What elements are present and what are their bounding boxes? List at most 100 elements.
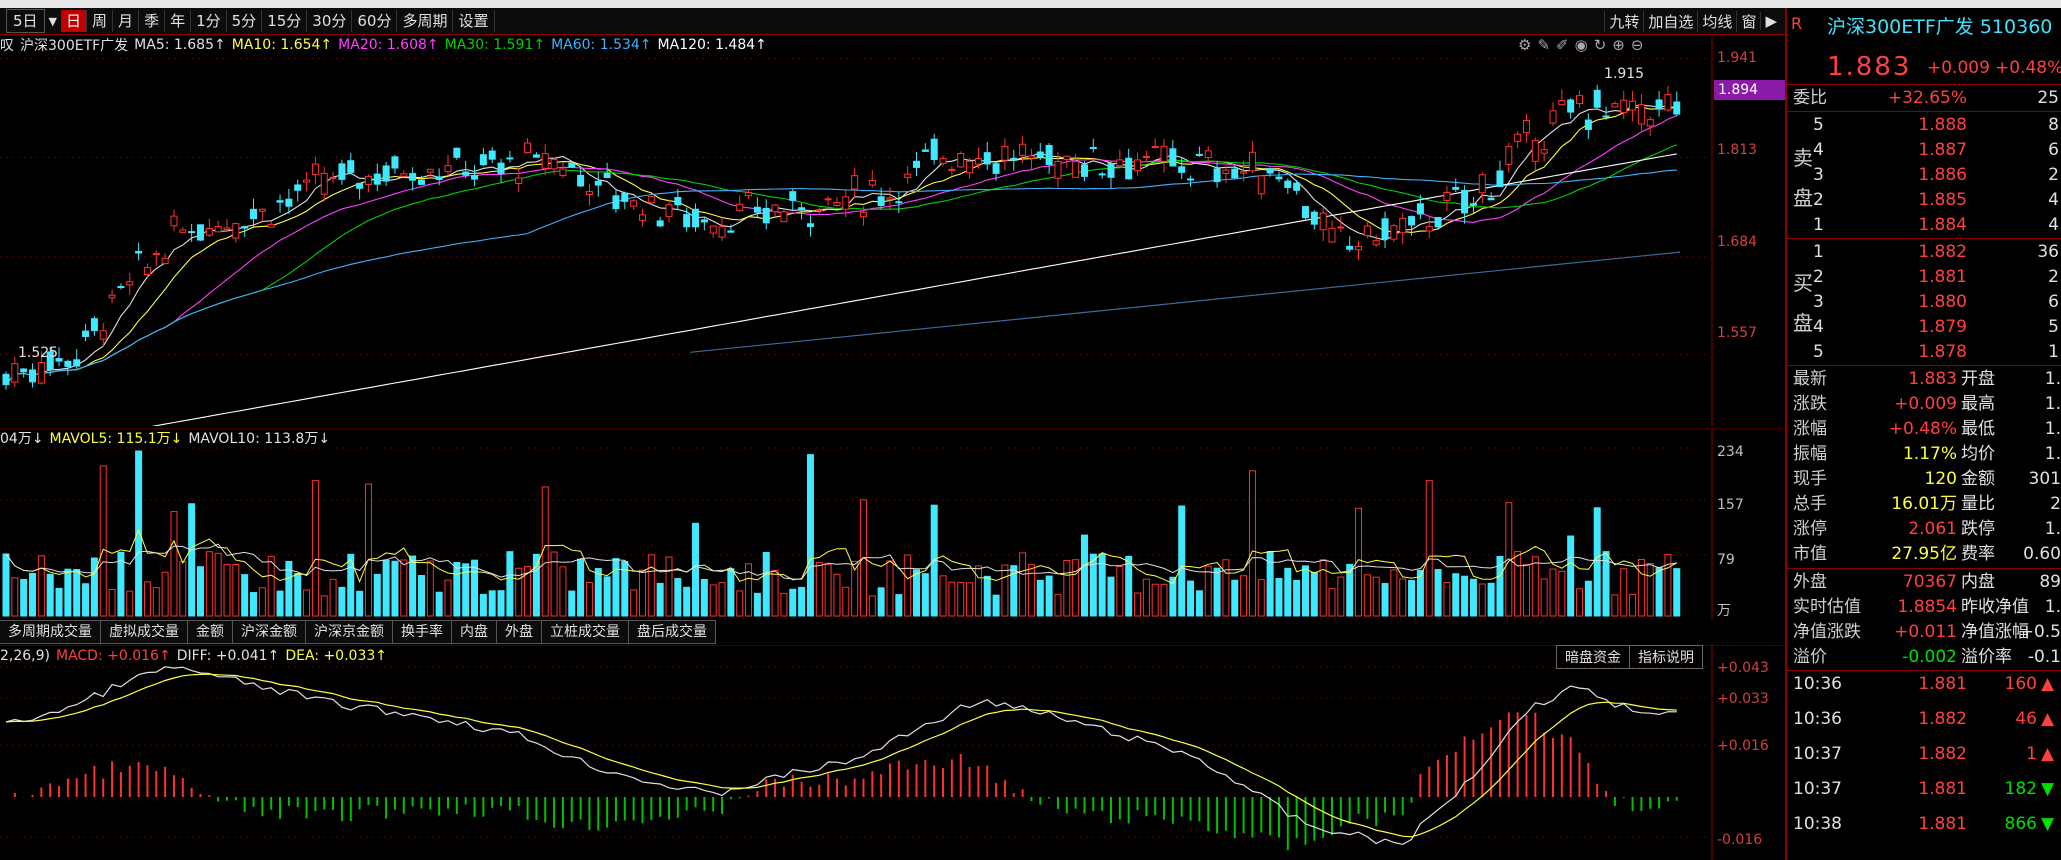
volume-bar — [1301, 565, 1309, 617]
tick-price: 1.881 — [1918, 814, 1967, 834]
volume-tab[interactable]: 虚拟成交量 — [101, 620, 188, 644]
bid-volume: 2 — [2048, 267, 2059, 287]
toolbar-right-button[interactable]: 均线 — [1697, 10, 1736, 32]
bid-row: 3 1.880 6 — [1787, 290, 2061, 315]
bid-price: 1.878 — [1918, 342, 1967, 362]
period-dropdown[interactable]: 5日 — [6, 9, 45, 33]
stat-value-2: 1. — [2044, 444, 2061, 464]
volume-tab[interactable]: 沪深金额 — [233, 620, 306, 644]
arrow-down-icon: ▼ — [2041, 779, 2055, 799]
settings-icon[interactable]: ⚙ — [1518, 36, 1531, 54]
zoom-out-icon[interactable]: ⊖ — [1631, 36, 1644, 54]
volume-tab[interactable]: 外盘 — [497, 620, 542, 644]
candle-body — [1195, 153, 1203, 156]
candle-body — [241, 226, 249, 229]
candle-body — [515, 177, 523, 184]
volume-bar — [877, 587, 885, 617]
volume-tab[interactable]: 金额 — [188, 620, 233, 644]
indicator-help-button[interactable]: 指标说明 — [1630, 645, 1703, 669]
arrow-up-icon: ▲ — [2041, 709, 2055, 729]
volume-bar — [1620, 568, 1628, 617]
stat-value-2: 1. — [2044, 519, 2061, 539]
quote-title: 沪深300ETF广发 510360 — [1827, 16, 2053, 38]
candle-body — [1178, 166, 1186, 173]
volume-bar — [585, 581, 593, 617]
zoom-in-icon[interactable]: ⊕ — [1612, 36, 1625, 54]
period-item[interactable]: 年 — [165, 10, 192, 32]
volume-bar — [983, 575, 991, 617]
period-item[interactable]: 设置 — [453, 10, 495, 32]
candle-body — [170, 215, 178, 227]
candle-body — [126, 281, 134, 286]
volume-tab[interactable]: 多周期成交量 — [0, 620, 101, 644]
period-item[interactable]: 30分 — [307, 10, 353, 32]
volume-tab[interactable]: 立桩成交量 — [542, 620, 629, 644]
volume-bar — [895, 594, 903, 617]
volume-value: 04万↓ — [0, 431, 44, 447]
volume-bar — [400, 559, 408, 617]
candle-body — [364, 175, 372, 186]
tick-row: 10:37 1.881 182 ▼ — [1787, 777, 2061, 802]
candle-body — [1328, 227, 1336, 243]
stat-label-2: 金额 — [1961, 469, 1995, 489]
stat-value: 1.17% — [1902, 444, 1957, 464]
collapse-icon[interactable]: ▶ — [1760, 12, 1781, 30]
draw-icon[interactable]: ✎ — [1537, 36, 1550, 54]
volume-bar — [64, 568, 72, 617]
brush-icon[interactable]: ✐ — [1556, 36, 1569, 54]
sell-label-2: 盘 — [1793, 186, 1813, 210]
period-item[interactable]: 多周期 — [397, 10, 454, 32]
period-item[interactable]: 日 — [61, 10, 88, 32]
buy-side-label: 买 盘 — [1793, 263, 1813, 343]
toolbar-right-button[interactable]: 加自选 — [1643, 10, 1697, 32]
candle-body — [833, 201, 841, 207]
volume-bar — [1514, 550, 1522, 617]
tick-volume: 46 — [2015, 709, 2037, 729]
candle-body — [1646, 119, 1654, 127]
volume-chart[interactable] — [0, 428, 1785, 620]
toolbar-right-button[interactable]: 窗 — [1736, 10, 1760, 32]
stat-label: 涨幅 — [1793, 419, 1827, 439]
macd-chart[interactable] — [0, 645, 1785, 860]
candle-body — [1098, 173, 1106, 176]
volume-bar — [1461, 575, 1469, 617]
period-item[interactable]: 季 — [139, 10, 166, 32]
volume-bar — [1611, 594, 1619, 617]
candle-body — [1620, 99, 1628, 114]
chevron-down-icon[interactable]: ▼ — [49, 15, 57, 28]
candle-body — [1063, 155, 1071, 161]
volume-tab[interactable]: 内盘 — [452, 620, 497, 644]
candle-body — [904, 173, 912, 178]
candle-body — [1355, 246, 1363, 251]
period-item[interactable]: 1分 — [191, 10, 227, 32]
period-item[interactable]: 周 — [87, 10, 114, 32]
period-item[interactable]: 15分 — [262, 10, 308, 32]
volume-bar — [391, 560, 399, 617]
period-item[interactable]: 5分 — [227, 10, 263, 32]
volume-bar — [709, 584, 717, 617]
tick-volume: 866 — [2004, 814, 2037, 834]
candle-body — [541, 153, 549, 169]
volume-tab[interactable]: 盘后成交量 — [629, 620, 716, 644]
volume-axis-2: 157 — [1717, 497, 1744, 513]
quote-pct: +0.48% — [1995, 58, 2061, 78]
candle-body — [373, 173, 381, 185]
volume-bar — [1567, 535, 1575, 617]
dark-pool-button[interactable]: 暗盘资金 — [1556, 645, 1630, 669]
volume-tab[interactable]: 沪深京金额 — [306, 620, 393, 644]
candle-body — [1151, 146, 1159, 149]
eye-icon[interactable]: ◉ — [1575, 36, 1588, 54]
candle-body — [1381, 218, 1389, 239]
buy-label-2: 盘 — [1793, 311, 1813, 335]
candle-body — [108, 294, 116, 299]
period-item[interactable]: 月 — [113, 10, 140, 32]
volume-tab[interactable]: 换手率 — [393, 620, 452, 644]
candle-body — [1443, 192, 1451, 201]
refresh-icon[interactable]: ↻ — [1594, 36, 1607, 54]
current-price-tag: 1.894 — [1714, 80, 1786, 100]
period-item[interactable]: 60分 — [352, 10, 398, 32]
stat-label: 外盘 — [1793, 572, 1827, 592]
kline-chart[interactable] — [0, 36, 1785, 426]
candle-body — [329, 176, 337, 179]
toolbar-right-button[interactable]: 九转 — [1604, 10, 1643, 32]
